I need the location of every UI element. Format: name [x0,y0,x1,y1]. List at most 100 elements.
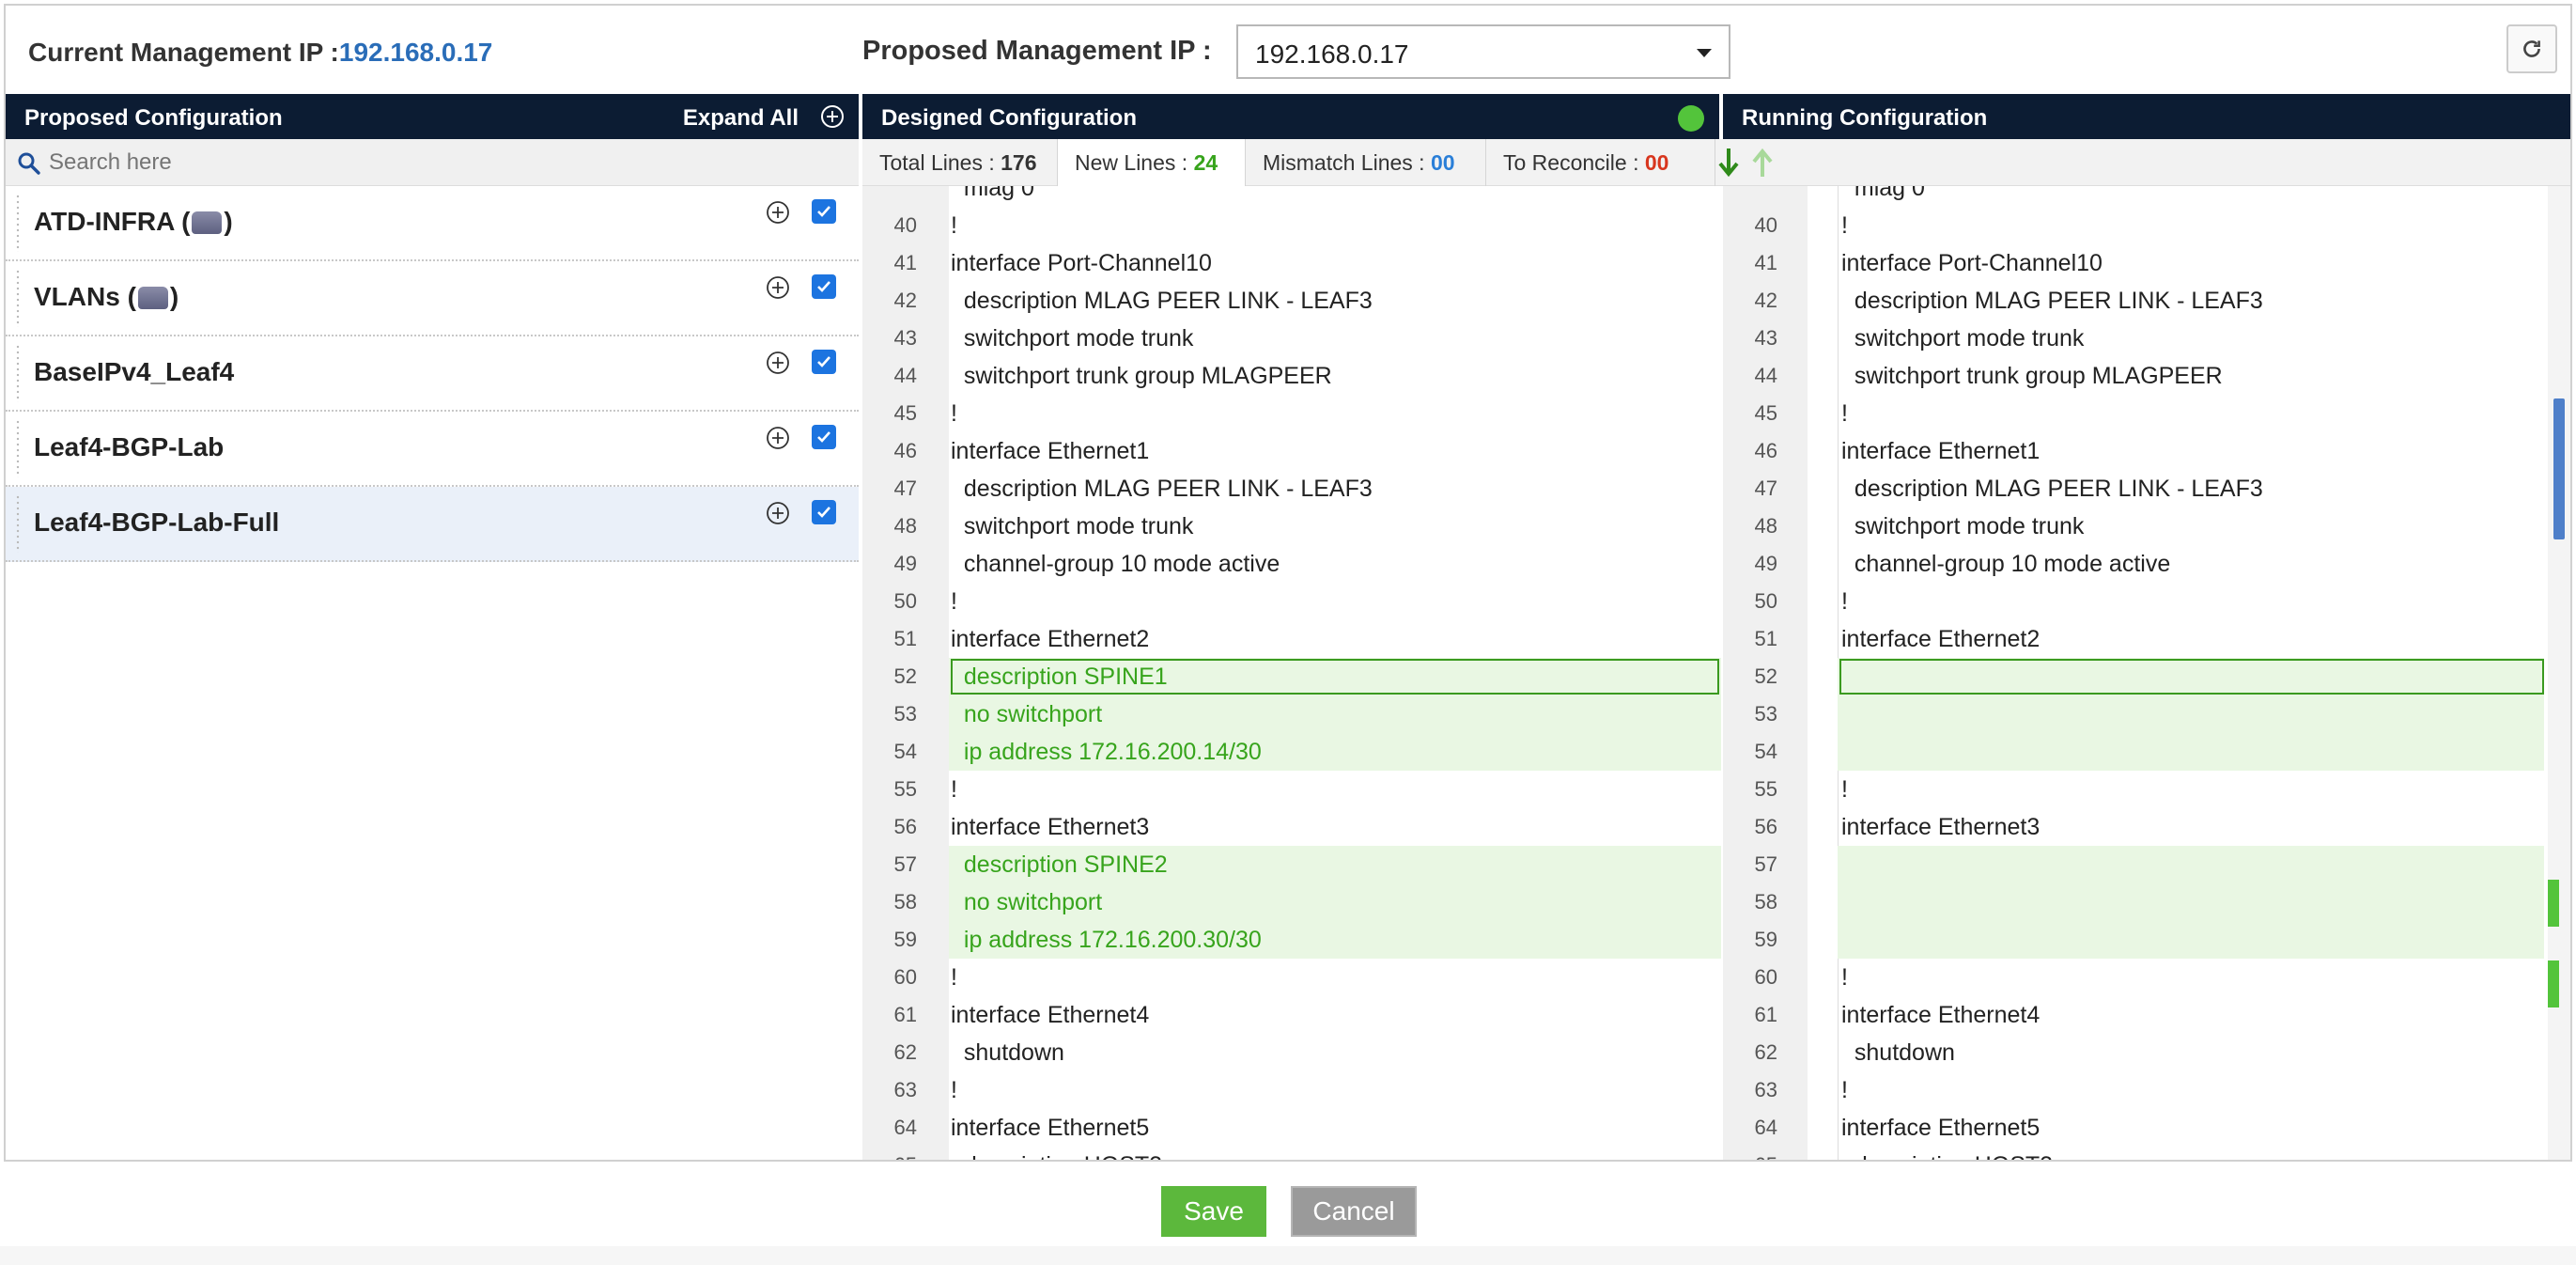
line-text: switchport trunk group MLAGPEER [1841,363,2223,389]
code-line: 41 interface Port-Channel10 [862,244,1721,282]
code-line: mlag 0 [1723,186,2544,207]
code-line: 58 no switchport [862,883,1721,921]
line-text: channel-group 10 mode active [951,551,1280,577]
expand-all-link[interactable]: Expand All [683,105,799,132]
code-line: 64 interface Ethernet5 [1723,1109,2544,1147]
code-line: 50! [1723,583,2544,620]
configlet-checkbox[interactable] [812,425,836,449]
code-line: 63! [862,1071,1721,1109]
add-icon[interactable] [765,274,791,301]
code-line: 57 description SPINE2 [862,846,1721,883]
drag-handle-icon[interactable] [15,269,21,327]
prev-diff-arrow-icon[interactable] [1749,145,1776,180]
code-line: 53 [1723,695,2544,733]
current-ip-value: 192.168.0.17 [338,38,493,67]
drag-handle-icon[interactable] [15,419,21,477]
configlet-item[interactable]: ATD-INFRA () [6,186,859,261]
configlet-checkbox[interactable] [812,199,836,224]
line-number: 49 [1754,552,1777,575]
configlet-item[interactable]: BaseIPv4_Leaf4 [6,336,859,412]
line-number: 53 [1754,702,1777,726]
configlet-checkbox[interactable] [812,350,836,374]
checkmark-icon [817,507,830,518]
status-indicator-icon [1678,105,1704,132]
designed-config-pane[interactable]: mlag 0 40! 41 interface Port-Channel10 42 de… [862,186,1721,1160]
line-text: shutdown [951,1039,1064,1066]
line-text: description HOST2 [1841,1147,2053,1160]
line-number: 46 [893,439,917,462]
line-number: 51 [893,627,917,650]
configlet-checkbox[interactable] [812,500,836,524]
line-number: 44 [1754,364,1777,387]
line-text: interface Ethernet2 [951,626,1150,652]
line-text: shutdown [1841,1039,1955,1066]
configlet-item[interactable]: Leaf4-BGP-Lab-Full [6,487,859,562]
to-reconcile-tab[interactable]: To Reconcile : 00 [1486,139,1715,186]
code-line: 45! [1723,395,2544,432]
line-number: 62 [893,1040,917,1064]
code-line: 54 [1723,733,2544,771]
line-number: 43 [1754,326,1777,350]
selected-diff-outline [1839,659,2544,695]
proposed-ip-value: 192.168.0.17 [1255,39,1409,69]
code-line: 46 interface Ethernet1 [1723,432,2544,470]
add-icon[interactable] [765,350,791,376]
save-button[interactable]: Save [1161,1186,1266,1237]
next-diff-arrow-icon[interactable] [1715,145,1742,180]
expand-all-icon[interactable] [819,103,846,130]
line-number: 58 [893,890,917,914]
drag-handle-icon[interactable] [15,494,21,553]
line-number: 56 [893,815,917,838]
configlet-label: VLANs () [34,282,179,311]
code-line: 49 channel-group 10 mode active [1723,545,2544,583]
code-line: 48 switchport mode trunk [1723,508,2544,545]
code-line: 51 interface Ethernet2 [1723,620,2544,658]
line-text: ! [951,400,957,427]
line-number: 64 [893,1116,917,1139]
line-text: ! [951,964,957,991]
line-text: description MLAG PEER LINK - LEAF3 [1841,476,2263,502]
line-number: 60 [1754,965,1777,989]
device-icon [192,211,223,234]
line-number: 61 [1754,1003,1777,1026]
configlet-item[interactable]: VLANs () [6,261,859,336]
line-number: 63 [893,1078,917,1101]
configlet-checkbox[interactable] [812,274,836,299]
code-line: 45! [862,395,1721,432]
line-text: interface Ethernet3 [1841,814,2041,840]
cancel-button[interactable]: Cancel [1291,1186,1417,1237]
vertical-scrollbar[interactable] [2548,186,2570,1160]
line-number: 48 [1754,514,1777,538]
line-text: ! [951,212,957,239]
line-number: 53 [893,702,917,726]
checkmark-icon [817,206,830,217]
refresh-button[interactable] [2506,24,2557,73]
add-icon[interactable] [765,425,791,451]
add-icon[interactable] [765,199,791,226]
code-line: 44 switchport trunk group MLAGPEER [862,357,1721,395]
code-line: 59 [1723,921,2544,959]
code-line: 50! [862,583,1721,620]
configlet-item[interactable]: Leaf4-BGP-Lab [6,412,859,487]
code-line: 65 description HOST2 [862,1147,1721,1160]
new-lines-tab[interactable]: New Lines : 24 [1058,139,1246,186]
running-config-pane[interactable]: mlag 0 40! 41 interface Port-Channel10 42 de… [1723,186,2544,1160]
drag-handle-icon[interactable] [15,344,21,402]
add-icon[interactable] [765,500,791,526]
total-lines-tab[interactable]: Total Lines : 176 [862,139,1058,186]
line-text: switchport mode trunk [1841,325,2085,351]
proposed-ip-select[interactable]: 192.168.0.17 [1236,24,1730,79]
line-text: mlag 0 [951,186,1034,201]
line-text: interface Ethernet1 [1841,438,2041,464]
line-number: 50 [1754,589,1777,613]
line-text: ! [1841,212,1848,239]
search-input[interactable] [49,147,838,179]
mismatch-lines-tab[interactable]: Mismatch Lines : 00 [1246,139,1486,186]
drag-handle-icon[interactable] [15,194,21,252]
line-text: description MLAG PEER LINK - LEAF3 [951,288,1373,314]
line-number: 41 [893,251,917,274]
line-text: no switchport [951,889,1103,915]
top-bar: Current Management IP :192.168.0.17 Prop… [6,6,2570,92]
line-text: ! [1841,588,1848,615]
scrollbar-thumb[interactable] [2553,398,2565,539]
